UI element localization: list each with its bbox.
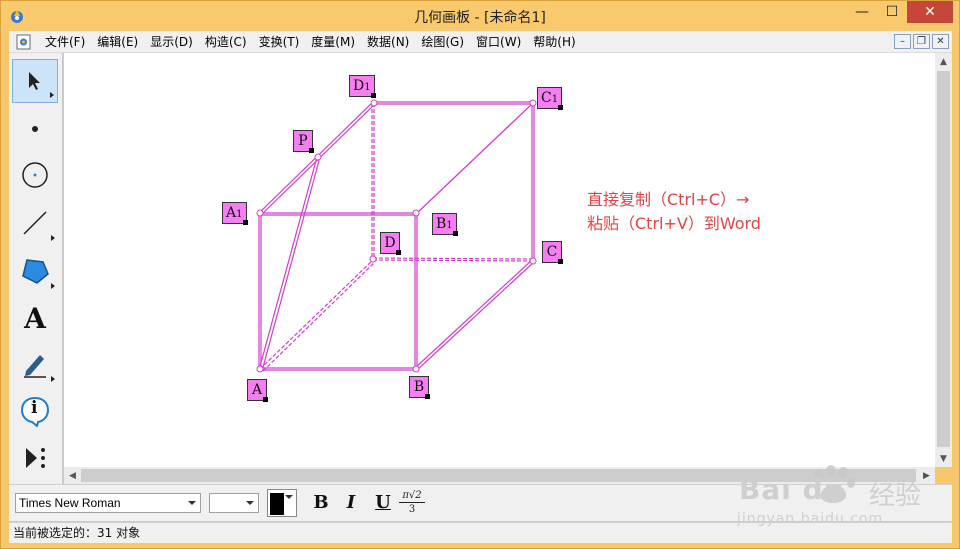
menu-file[interactable]: 文件(F) xyxy=(39,31,91,53)
window-controls: — ☐ ✕ xyxy=(847,1,953,23)
point-label-p[interactable]: P xyxy=(293,130,314,153)
document-window-controls: – ❐ ✕ xyxy=(894,34,949,49)
custom-tool[interactable] xyxy=(12,436,58,480)
font-family-value: Times New Roman xyxy=(19,496,121,510)
scroll-down-icon[interactable]: ▼ xyxy=(935,450,952,467)
horizontal-scrollbar[interactable]: ◀ ▶ xyxy=(64,467,935,484)
point-label-a[interactable]: A xyxy=(247,379,268,402)
menu-edit[interactable]: 编辑(E) xyxy=(91,31,144,53)
menu-window[interactable]: 窗口(W) xyxy=(470,31,527,53)
tool-expand-icon xyxy=(50,92,54,98)
tool-expand-icon xyxy=(51,376,55,382)
point-label-d1[interactable]: D1 xyxy=(349,75,376,98)
text-format-toolbar: Times New Roman B I U π√2 3 xyxy=(9,484,952,521)
math-format-button[interactable]: π√2 3 xyxy=(399,489,425,517)
sketch-canvas[interactable]: A B C D A1 B1 C1 D1 P 直接复制（Ctrl+C）→ 粘贴（C… xyxy=(64,53,935,467)
cube-figure[interactable] xyxy=(64,53,935,467)
toolbox: A i xyxy=(9,53,63,485)
polygon-tool[interactable] xyxy=(12,249,58,293)
menu-construct[interactable]: 构造(C) xyxy=(199,31,253,53)
vertical-scroll-thumb[interactable] xyxy=(937,71,950,447)
document-icon[interactable] xyxy=(15,34,33,50)
minimize-button[interactable]: — xyxy=(847,1,877,23)
maximize-button[interactable]: ☐ xyxy=(877,1,907,23)
tool-expand-icon xyxy=(51,235,55,241)
point-label-b1[interactable]: B1 xyxy=(432,213,458,236)
scroll-left-icon[interactable]: ◀ xyxy=(64,467,81,484)
menu-graph[interactable]: 绘图(G) xyxy=(415,31,470,53)
chevron-down-icon xyxy=(285,495,293,499)
text-a-icon: A xyxy=(24,301,46,335)
doc-close-button[interactable]: ✕ xyxy=(932,34,949,49)
italic-button[interactable]: I xyxy=(339,491,363,515)
title-bar[interactable]: 几何画板 - [未命名1] — ☐ ✕ xyxy=(1,1,959,31)
vertical-scrollbar[interactable]: ▲ ▼ xyxy=(935,53,952,467)
app-window: 几何画板 - [未命名1] — ☐ ✕ 文件(F) 编辑(E) 显示(D) 构造… xyxy=(0,0,960,549)
close-button[interactable]: ✕ xyxy=(907,1,953,23)
bold-button[interactable]: B xyxy=(309,491,333,515)
select-arrow-tool[interactable] xyxy=(12,59,58,103)
point-icon xyxy=(32,126,38,132)
menu-help[interactable]: 帮助(H) xyxy=(527,31,581,53)
math-format-top: π√2 xyxy=(399,489,425,503)
annotation-copy: 直接复制（Ctrl+C）→ xyxy=(587,190,750,209)
point-label-d[interactable]: D xyxy=(380,232,401,255)
scroll-right-icon[interactable]: ▶ xyxy=(918,467,935,484)
annotation-paste: 粘贴（Ctrl+V）到Word xyxy=(587,214,761,233)
underline-button[interactable]: U xyxy=(371,491,395,515)
point-label-c[interactable]: C xyxy=(542,241,563,264)
tool-expand-icon xyxy=(51,283,55,289)
point-label-c1[interactable]: C1 xyxy=(537,87,564,110)
marker-tool[interactable] xyxy=(12,342,58,386)
polygon-icon xyxy=(22,259,49,284)
circle-icon xyxy=(22,162,48,188)
pen-marker-icon xyxy=(24,355,46,378)
info-letter: i xyxy=(31,398,38,418)
menu-transform[interactable]: 变换(T) xyxy=(253,31,306,53)
compass-tool[interactable] xyxy=(12,153,58,197)
window-title: 几何画板 - [未命名1] xyxy=(414,10,546,26)
doc-restore-button[interactable]: ❐ xyxy=(913,34,930,49)
font-size-select[interactable] xyxy=(209,493,259,513)
pointer-arrow-icon xyxy=(29,72,40,90)
horizontal-scroll-thumb[interactable] xyxy=(81,469,916,482)
chevron-down-icon xyxy=(188,501,196,505)
information-tool[interactable]: i xyxy=(12,389,58,433)
status-bar: 当前被选定的：31 对象 xyxy=(9,522,952,543)
math-format-bottom: 3 xyxy=(408,504,416,515)
menu-measure[interactable]: 度量(M) xyxy=(305,31,361,53)
segment-icon xyxy=(23,211,47,235)
point-label-a1[interactable]: A1 xyxy=(222,202,247,225)
point-label-b[interactable]: B xyxy=(409,376,430,399)
segment-tool[interactable] xyxy=(12,201,58,245)
font-family-select[interactable]: Times New Roman xyxy=(15,493,201,513)
menu-data[interactable]: 数据(N) xyxy=(361,31,415,53)
menu-bar: 文件(F) 编辑(E) 显示(D) 构造(C) 变换(T) 度量(M) 数据(N… xyxy=(9,31,952,53)
chevron-down-icon xyxy=(246,501,254,505)
custom-tool-icon xyxy=(26,448,45,468)
menu-display[interactable]: 显示(D) xyxy=(144,31,199,53)
color-swatch xyxy=(270,493,284,515)
text-color-button[interactable] xyxy=(267,489,297,517)
selection-status: 当前被选定的：31 对象 xyxy=(13,526,141,540)
point-tool[interactable] xyxy=(12,107,58,151)
scroll-up-icon[interactable]: ▲ xyxy=(935,53,952,70)
doc-minimize-button[interactable]: – xyxy=(894,34,911,49)
text-tool[interactable]: A xyxy=(12,296,58,340)
